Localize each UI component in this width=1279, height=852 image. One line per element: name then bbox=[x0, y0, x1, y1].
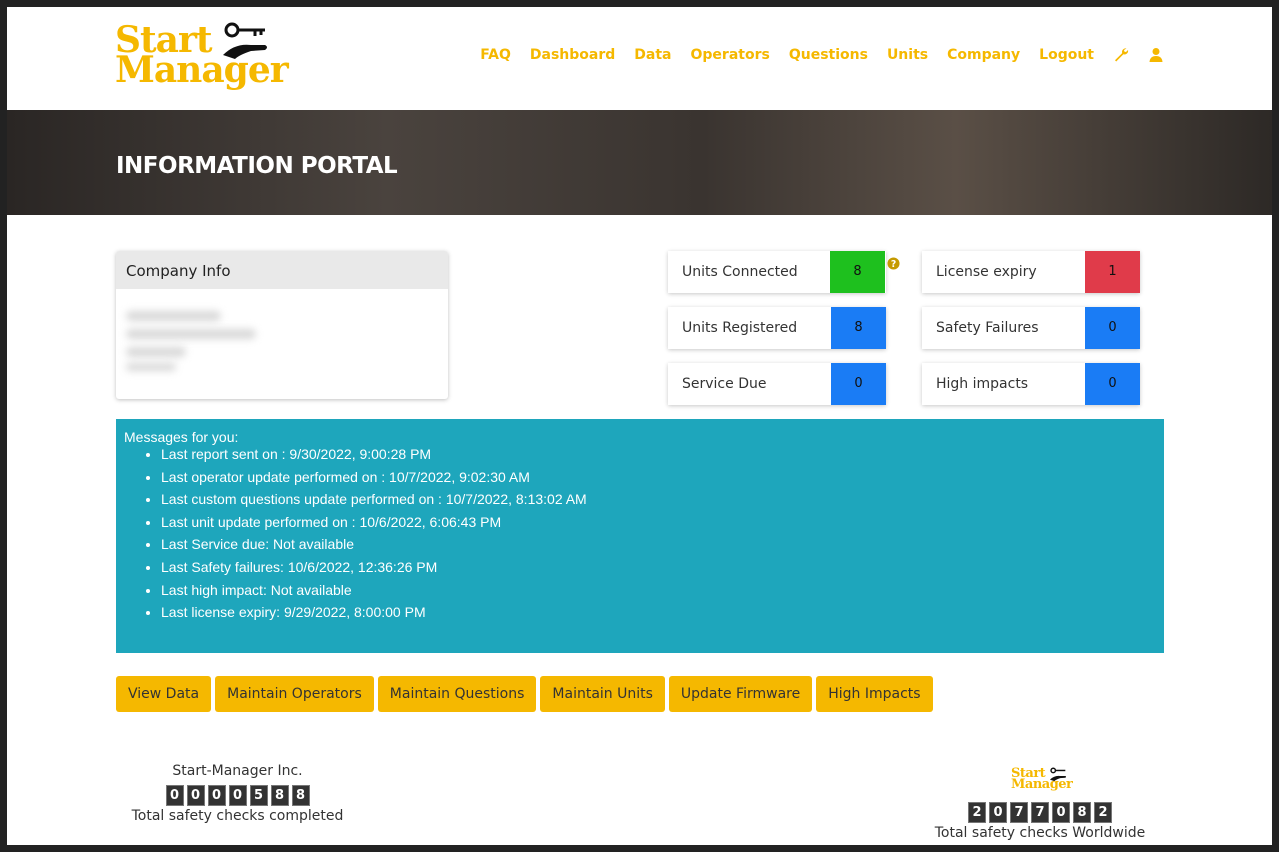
view-data-button[interactable]: View Data bbox=[116, 676, 212, 712]
stat-label: Units Registered bbox=[682, 320, 798, 336]
counter-digit: 0 bbox=[989, 802, 1007, 823]
maintain-operators-button[interactable]: Maintain Operators bbox=[215, 676, 374, 712]
message-item: Last unit update performed on : 10/6/202… bbox=[161, 511, 587, 534]
user-icon[interactable] bbox=[1148, 47, 1164, 63]
high-impacts-button[interactable]: High Impacts bbox=[816, 676, 933, 712]
counter-digit: 0 bbox=[186, 785, 205, 806]
stat-value: 0 bbox=[1085, 363, 1140, 405]
counter-digit: 7 bbox=[1010, 802, 1028, 823]
stat-value: 0 bbox=[1085, 307, 1140, 349]
hero-banner: INFORMATION PORTAL bbox=[7, 110, 1272, 215]
counter-digit: 5 bbox=[249, 785, 268, 806]
stat-license-expiry[interactable]: License expiry 1 bbox=[922, 251, 1140, 293]
worldwide-caption: Total safety checks Worldwide bbox=[934, 825, 1146, 841]
stat-value: 8 bbox=[830, 251, 885, 293]
redacted-text bbox=[126, 363, 176, 371]
company-caption: Total safety checks completed bbox=[131, 808, 344, 824]
nav-data[interactable]: Data bbox=[634, 47, 671, 63]
stat-high-impacts[interactable]: High impacts 0 bbox=[922, 363, 1140, 405]
help-icon[interactable]: ? bbox=[887, 257, 900, 270]
company-info-title: Company Info bbox=[116, 251, 448, 289]
maintain-units-button[interactable]: Maintain Units bbox=[540, 676, 665, 712]
wrench-icon[interactable] bbox=[1113, 47, 1129, 63]
stat-label: License expiry bbox=[936, 264, 1037, 280]
counter-digit: 8 bbox=[1073, 802, 1091, 823]
footer-logo: Start Manager bbox=[1005, 767, 1075, 797]
nav-units[interactable]: Units bbox=[887, 47, 928, 63]
stat-units-connected[interactable]: Units Connected 8 bbox=[668, 251, 886, 293]
redacted-text bbox=[126, 329, 256, 339]
nav-faq[interactable]: FAQ bbox=[480, 47, 511, 63]
maintain-questions-button[interactable]: Maintain Questions bbox=[377, 676, 537, 712]
message-item: Last Safety failures: 10/6/2022, 12:36:2… bbox=[161, 556, 587, 579]
stat-label: Service Due bbox=[682, 376, 767, 392]
message-item: Last Service due: Not available bbox=[161, 533, 587, 556]
brand-logo[interactable]: Start Manager bbox=[115, 19, 290, 94]
worldwide-counter: Start Manager 2077082 Total safety check… bbox=[925, 767, 1155, 841]
update-firmware-button[interactable]: Update Firmware bbox=[668, 676, 813, 712]
nav-questions[interactable]: Questions bbox=[789, 47, 868, 63]
counter-digit: 0 bbox=[207, 785, 226, 806]
message-item: Last report sent on : 9/30/2022, 9:00:28… bbox=[161, 443, 587, 466]
header: Start Manager FAQ Dashboard Data Operato… bbox=[7, 7, 1272, 110]
message-item: Last license expiry: 9/29/2022, 8:00:00 … bbox=[161, 601, 587, 624]
message-item: Last operator update performed on : 10/7… bbox=[161, 466, 587, 489]
main-nav: FAQ Dashboard Data Operators Questions U… bbox=[480, 47, 1164, 63]
svg-text:?: ? bbox=[891, 259, 896, 270]
counter-digit: 7 bbox=[1031, 802, 1049, 823]
counter-digit: 0 bbox=[165, 785, 184, 806]
company-count-digits: 0000588 bbox=[125, 785, 350, 806]
stat-units-registered[interactable]: Units Registered 8 bbox=[668, 307, 886, 349]
counter-digit: 8 bbox=[270, 785, 289, 806]
stat-value: 1 bbox=[1085, 251, 1140, 293]
nav-logout[interactable]: Logout bbox=[1039, 47, 1094, 63]
worldwide-count-digits: 2077082 bbox=[925, 802, 1155, 823]
redacted-text bbox=[126, 311, 221, 321]
stat-service-due[interactable]: Service Due 0 bbox=[668, 363, 886, 405]
action-buttons: View Data Maintain Operators Maintain Qu… bbox=[116, 676, 933, 712]
stat-label: High impacts bbox=[936, 376, 1029, 392]
nav-company[interactable]: Company bbox=[947, 47, 1020, 63]
messages-list: Last report sent on : 9/30/2022, 9:00:28… bbox=[143, 443, 587, 624]
stat-value: 0 bbox=[831, 363, 886, 405]
message-item: Last high impact: Not available bbox=[161, 579, 587, 602]
page-frame: Start Manager FAQ Dashboard Data Operato… bbox=[7, 7, 1272, 845]
company-counter: Start-Manager Inc. 0000588 Total safety … bbox=[125, 763, 350, 824]
counter-digit: 8 bbox=[291, 785, 310, 806]
nav-dashboard[interactable]: Dashboard bbox=[530, 47, 615, 63]
company-info-card: Company Info bbox=[116, 251, 448, 399]
stat-label: Units Connected bbox=[682, 264, 798, 280]
counter-digit: 2 bbox=[968, 802, 986, 823]
nav-operators[interactable]: Operators bbox=[691, 47, 770, 63]
stat-safety-failures[interactable]: Safety Failures 0 bbox=[922, 307, 1140, 349]
key-hand-icon bbox=[223, 22, 267, 59]
counter-digit: 2 bbox=[1094, 802, 1112, 823]
counter-digit: 0 bbox=[1052, 802, 1070, 823]
page-title: INFORMATION PORTAL bbox=[116, 153, 398, 179]
stat-label: Safety Failures bbox=[936, 320, 1039, 336]
message-item: Last custom questions update performed o… bbox=[161, 488, 587, 511]
company-name: Start-Manager Inc. bbox=[172, 763, 303, 779]
messages-panel: Messages for you: Last report sent on : … bbox=[116, 419, 1164, 653]
stat-value: 8 bbox=[831, 307, 886, 349]
key-hand-icon bbox=[1049, 767, 1067, 782]
counter-digit: 0 bbox=[228, 785, 247, 806]
redacted-text bbox=[126, 347, 186, 357]
